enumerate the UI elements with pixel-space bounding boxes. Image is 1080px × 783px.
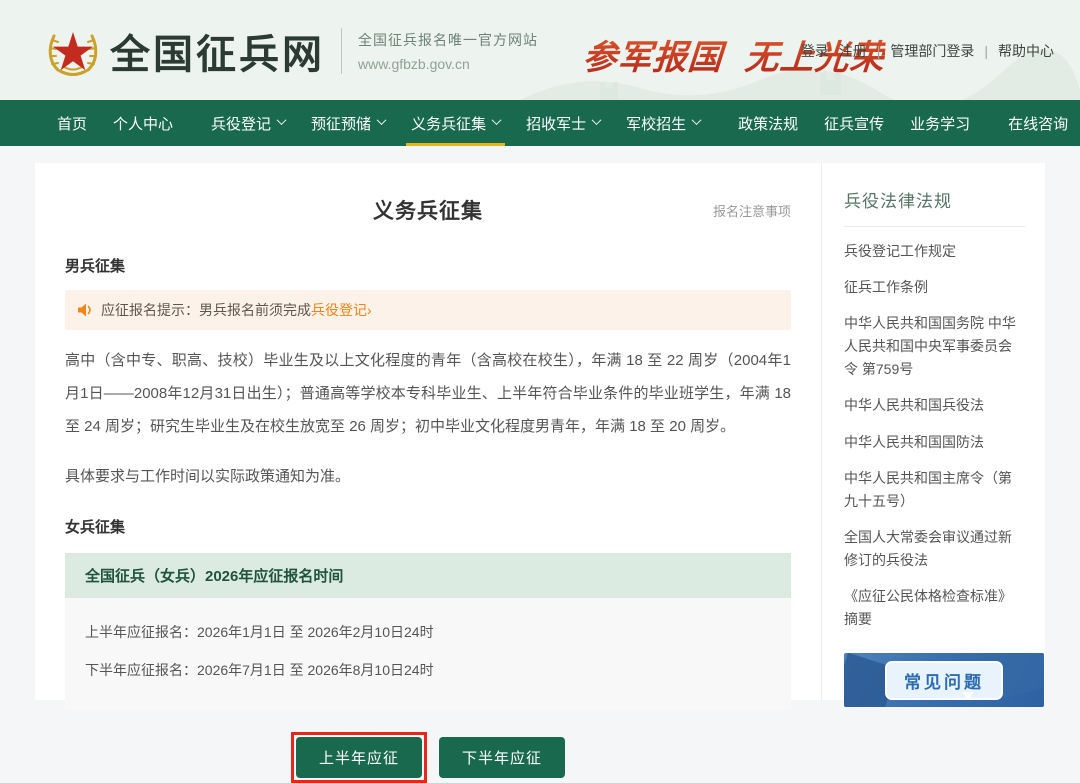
service-registration-link[interactable]: 兵役登记 [311,300,367,320]
policy-note: 具体要求与工作时间以实际政策通知为准。 [65,465,791,486]
chevron-down-icon [377,115,387,125]
logo-divider [341,28,342,74]
male-section-heading: 男兵征集 [65,255,791,276]
nav-label: 军校招生 [626,113,686,134]
main-nav: 首页 个人中心 兵役登记 预征预储 义务兵征集 招收军士 军校招生 政策法规 征… [0,100,1080,146]
speaker-icon [77,302,93,318]
tagline-stack: 全国征兵报名唯一官方网站 www.gfbzb.gov.cn [358,30,538,72]
nav-item-conscription-active[interactable]: 义务兵征集 [398,100,513,146]
slogan-part1: 参军报国 [581,38,724,78]
signup-time-box-body: 上半年应征报名：2026年1月1日 至 2026年2月10日24时 下半年应征报… [65,598,791,710]
eligibility-paragraph: 高中（含中专、职高、技校）毕业生及以上文化程度的青年（含高校在校生），年满 18… [65,344,791,443]
signup-time-box: 全国征兵（女兵）2026年应征报名时间 上半年应征报名：2026年1月1日 至 … [65,553,791,710]
nav-label: 预征预储 [311,113,371,134]
nav-item-personal-center[interactable]: 个人中心 [100,100,186,146]
law-list-item[interactable]: 征兵工作条例 [844,276,1025,299]
nav-item-home[interactable]: 首页 [44,100,100,146]
content-container: 义务兵征集 报名注意事项 男兵征集 应征报名提示：男兵报名前须完成兵役登记› 高… [35,163,1045,700]
first-half-apply-button[interactable]: 上半年应征 [296,737,422,778]
signup-notes-link[interactable]: 报名注意事项 [713,201,791,220]
emblem-icon [46,24,100,78]
law-list-item[interactable]: 中华人民共和国国防法 [844,431,1025,454]
notice-text: 应征报名提示：男兵报名前须完成 [101,300,311,320]
nav-label: 招收军士 [526,113,586,134]
law-list: 兵役登记工作规定 征兵工作条例 中华人民共和国国务院 中华人民共和国中央军事委员… [844,240,1025,631]
notice-bar: 应征报名提示：男兵报名前须完成兵役登记› [65,290,791,330]
nav-label: 业务学习 [910,113,970,134]
second-half-apply-button[interactable]: 下半年应征 [439,737,565,778]
nav-item-publicity[interactable]: 征兵宣传 [811,100,897,146]
header-link-separator: | [877,43,881,59]
law-list-item[interactable]: 中华人民共和国主席令（第九十五号） [844,467,1025,513]
title-row: 义务兵征集 报名注意事项 [65,195,791,225]
login-link[interactable]: 登录 [801,41,829,61]
faq-bubble-tail [962,692,974,700]
nav-label: 征兵宣传 [824,113,884,134]
faq-bubble-label: 常见问题 [885,661,1003,700]
header-links: 登录 注册 | 管理部门登录 | 帮助中心 [801,41,1054,61]
law-list-item[interactable]: 《应征公民体格检查标准》摘要 [844,585,1025,631]
chevron-down-icon [692,115,702,125]
nav-label: 在线咨询 [1008,113,1068,134]
nav-item-academy-admission[interactable]: 军校招生 [613,100,713,146]
nav-label: 义务兵征集 [411,113,486,134]
logo-group: 全国征兵网 全国征兵报名唯一官方网站 www.gfbzb.gov.cn [46,22,538,80]
header-link-separator: | [984,43,988,59]
female-section-heading: 女兵征集 [65,516,791,537]
site-url: www.gfbzb.gov.cn [358,56,538,72]
faq-banner-button[interactable]: 常见问题 [844,653,1044,707]
first-half-date-line: 上半年应征报名：2026年1月1日 至 2026年2月10日24时 [85,622,771,642]
chevron-right-icon: › [367,302,372,318]
chevron-down-icon [492,115,502,125]
sidebar: 兵役法律法规 兵役登记工作规定 征兵工作条例 中华人民共和国国务院 中华人民共和… [821,163,1045,700]
law-list-item[interactable]: 全国人大常委会审议通过新修订的兵役法 [844,526,1025,572]
law-list-item[interactable]: 中华人民共和国兵役法 [844,394,1025,417]
site-header: 全国征兵网 全国征兵报名唯一官方网站 www.gfbzb.gov.cn 参军报国… [0,0,1080,100]
site-name: 全国征兵网 [110,22,325,80]
nav-item-policy[interactable]: 政策法规 [725,100,811,146]
nav-item-nco-recruit[interactable]: 招收军士 [513,100,613,146]
apply-button-row: 上半年应征 下半年应征 [65,732,791,783]
nav-item-learning[interactable]: 业务学习 [897,100,983,146]
click-highlight-annotation: 上半年应征 [291,732,427,783]
law-list-item[interactable]: 兵役登记工作规定 [844,240,1025,263]
nav-label: 首页 [57,113,87,134]
nav-item-service-registration[interactable]: 兵役登记 [198,100,298,146]
admin-login-link[interactable]: 管理部门登录 [890,41,974,61]
nav-label: 政策法规 [738,113,798,134]
second-half-date-line: 下半年应征报名：2026年7月1日 至 2026年8月10日24时 [85,660,771,680]
nav-label: 个人中心 [113,113,173,134]
law-list-item[interactable]: 中华人民共和国国务院 中华人民共和国中央军事委员会令 第759号 [844,312,1025,381]
signup-time-box-title: 全国征兵（女兵）2026年应征报名时间 [65,553,791,598]
chevron-down-icon [277,115,287,125]
nav-item-pre-recruit[interactable]: 预征预储 [298,100,398,146]
register-link[interactable]: 注册 [839,41,867,61]
sidebar-title: 兵役法律法规 [844,179,1025,227]
help-center-link[interactable]: 帮助中心 [998,41,1054,61]
page: 全国征兵网 全国征兵报名唯一官方网站 www.gfbzb.gov.cn 参军报国… [0,0,1080,712]
nav-label: 兵役登记 [211,113,271,134]
page-title: 义务兵征集 [373,200,483,223]
main-column: 义务兵征集 报名注意事项 男兵征集 应征报名提示：男兵报名前须完成兵役登记› 高… [35,163,821,700]
site-tagline: 全国征兵报名唯一官方网站 [358,30,538,50]
nav-item-online-consult[interactable]: 在线咨询 [995,100,1080,146]
chevron-down-icon [592,115,602,125]
